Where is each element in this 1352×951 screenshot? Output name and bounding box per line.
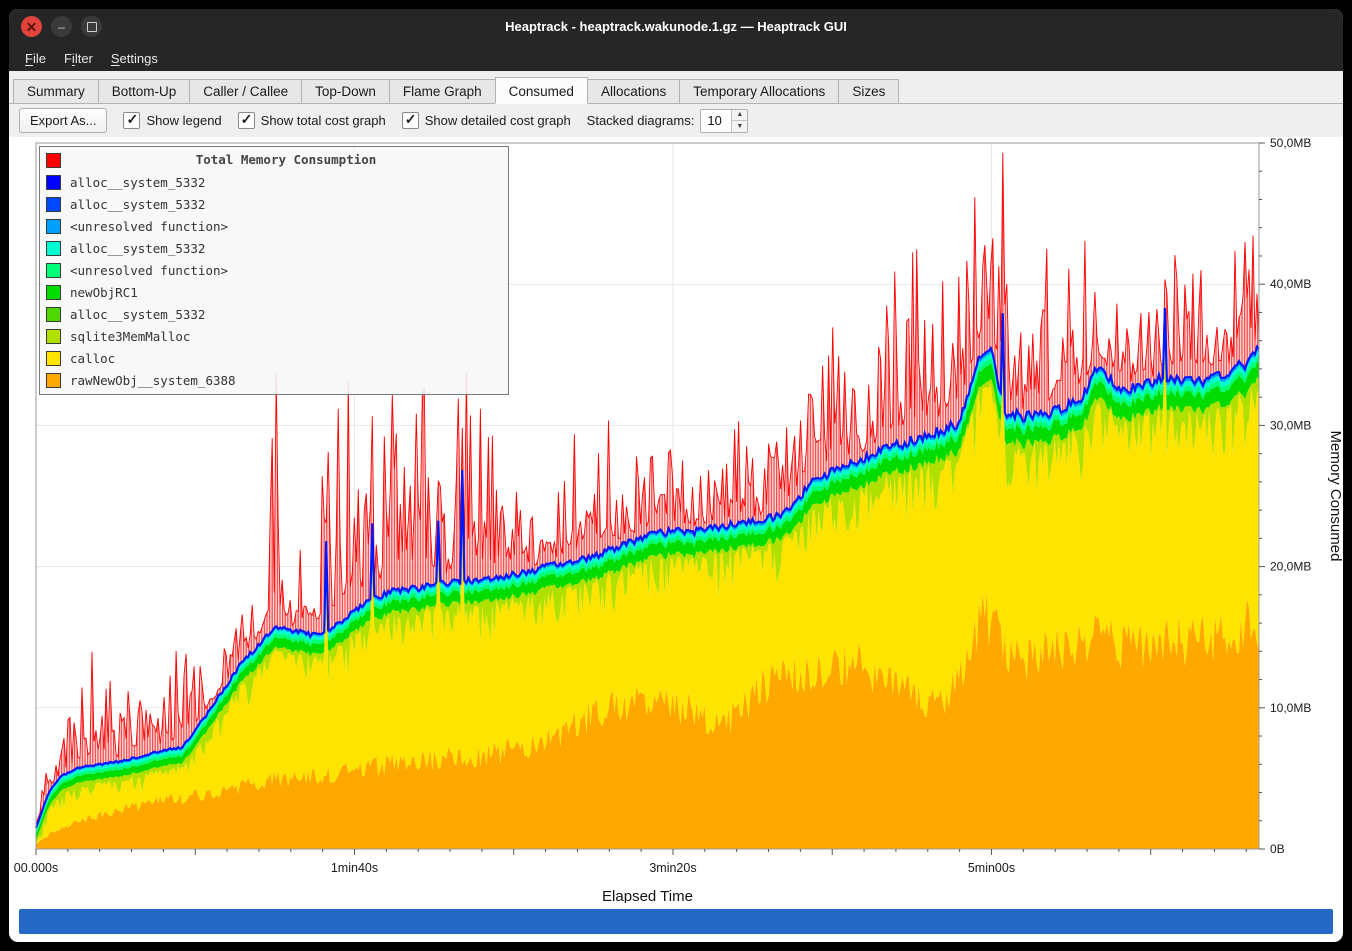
x-tick-label: 1min40s [331,861,378,875]
legend-swatch [46,307,61,322]
close-button[interactable]: ✕ [21,16,42,37]
checkbox-show-total-cost-graph[interactable]: Show total cost graph [238,112,386,129]
y-tick-label: 20,0MB [1270,560,1311,574]
checkbox-label: Show total cost graph [261,113,386,128]
maximize-icon [87,22,97,32]
legend-item: sqlite3MemMalloc [40,325,508,347]
checkbox-box[interactable] [402,112,419,129]
checkbox-label: Show detailed cost graph [425,113,571,128]
y-tick-label: 30,0MB [1270,418,1311,432]
legend-item-label: calloc [70,351,115,366]
stacked-diagrams-spinbox[interactable]: 10 ▲ ▼ [700,109,748,133]
legend-item: <unresolved function> [40,215,508,237]
legend-item: rawNewObj__system_6388 [40,369,508,391]
spin-up-button[interactable]: ▲ [732,110,747,121]
app-window: ✕ – Heaptrack - heaptrack.wakunode.1.gz … [9,9,1343,942]
legend-item-label: alloc__system_5332 [70,175,205,190]
spin-buttons: ▲ ▼ [731,110,747,132]
memory-consumption-chart[interactable]: 0B 10,0MB 20,0MB 30,0MB 40,0MB 50,0MB 00.000s 1… [9,137,1343,903]
legend-title: Total Memory Consumption [70,142,502,178]
checkbox-label: Show legend [146,113,221,128]
window-title: Heaptrack - heaptrack.wakunode.1.gz — He… [9,9,1343,45]
y-axis-title: Memory Consumed [1327,431,1343,562]
legend-title-row: Total Memory Consumption [40,149,508,171]
checkbox-box[interactable] [238,112,255,129]
legend-item-label: alloc__system_5332 [70,307,205,322]
tab-flame-graph[interactable]: Flame Graph [389,79,496,104]
stacked-diagrams-label: Stacked diagrams: [587,113,695,128]
legend-item: calloc [40,347,508,369]
toolbar-checkboxes: Show legend Show total cost graph Show det… [123,112,570,129]
legend-item: alloc__system_5332 [40,237,508,259]
tab-consumed[interactable]: Consumed [495,77,588,104]
maximize-button[interactable] [81,16,102,37]
legend-item-label: alloc__system_5332 [70,197,205,212]
legend-items: alloc__system_5332 alloc__system_5332 <unr… [40,171,508,391]
checkbox-show-detailed-cost-graph[interactable]: Show detailed cost graph [402,112,571,129]
tab-bar: SummaryBottom-UpCaller / CalleeTop-DownF… [9,71,1343,104]
tab-summary[interactable]: Summary [13,79,99,104]
legend-item-label: newObjRC1 [70,285,138,300]
legend-item-label: sqlite3MemMalloc [70,329,190,344]
window-controls: ✕ – [21,16,102,37]
minimize-button[interactable]: – [51,16,72,37]
legend-swatch [46,373,61,388]
menu-filter[interactable]: Filter [55,48,102,69]
x-tick-label: 5min00s [968,861,1015,875]
legend-swatch [46,241,61,256]
tab-temporary-allocations[interactable]: Temporary Allocations [679,79,839,104]
checkbox-show-legend[interactable]: Show legend [123,112,221,129]
legend-swatch [46,329,61,344]
legend-swatch [46,351,61,366]
legend-item-label: <unresolved function> [70,219,228,234]
tab-allocations[interactable]: Allocations [587,79,680,104]
titlebar: ✕ – Heaptrack - heaptrack.wakunode.1.gz … [9,9,1343,45]
tab-bottom-up[interactable]: Bottom-Up [98,79,191,104]
legend-item-label: alloc__system_5332 [70,241,205,256]
menubar: FileFilterSettings [9,45,1343,71]
menu-file[interactable]: File [16,48,55,69]
x-tick-label: 00.000s [14,861,58,875]
y-tick-label: 50,0MB [1270,137,1311,150]
legend-swatch [46,285,61,300]
toolbar: Export As... Show legend Show total cost … [9,104,1343,137]
checkbox-box[interactable] [123,112,140,129]
legend-item: alloc__system_5332 [40,193,508,215]
spin-down-button[interactable]: ▼ [732,120,747,132]
legend-item: <unresolved function> [40,259,508,281]
stacked-diagrams-group: Stacked diagrams: 10 ▲ ▼ [587,109,749,133]
legend-item-label: rawNewObj__system_6388 [70,373,236,388]
stacked-diagrams-value: 10 [701,110,731,132]
legend-item: newObjRC1 [40,281,508,303]
legend-item: alloc__system_5332 [40,303,508,325]
tab-top-down[interactable]: Top-Down [301,79,390,104]
time-range-slider[interactable] [19,909,1333,934]
x-axis-title: Elapsed Time [602,888,693,903]
legend-title-swatch [46,153,61,168]
x-tick-label: 3min20s [649,861,696,875]
legend-item-label: <unresolved function> [70,263,228,278]
export-as-button[interactable]: Export As... [19,108,107,133]
y-tick-label: 40,0MB [1270,277,1311,291]
tab-caller-callee[interactable]: Caller / Callee [189,79,302,104]
legend-swatch [46,219,61,234]
legend-swatch [46,263,61,278]
y-tick-label: 10,0MB [1270,701,1311,715]
legend-swatch [46,197,61,212]
tab-sizes[interactable]: Sizes [838,79,899,104]
legend-swatch [46,175,61,190]
y-tick-label: 0B [1270,842,1285,856]
menu-settings[interactable]: Settings [102,48,167,69]
chart-legend: Total Memory Consumption alloc__system_5… [39,146,509,395]
